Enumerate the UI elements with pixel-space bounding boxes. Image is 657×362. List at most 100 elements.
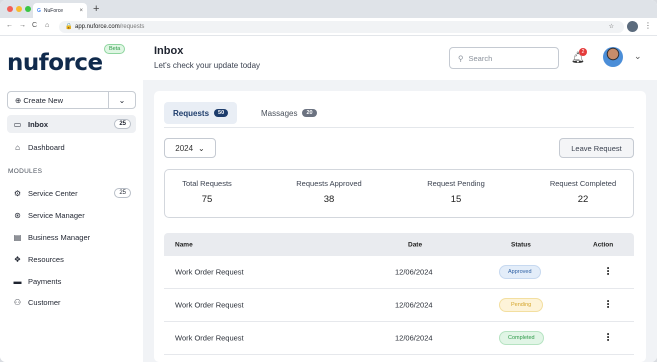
row-actions-icon[interactable]: ⋮ — [603, 300, 613, 311]
browser-tab[interactable]: G NuForce × — [33, 3, 87, 18]
beta-badge: Beta — [104, 44, 126, 54]
column-header-date: Date — [408, 241, 423, 248]
app-window: G NuForce × + ← → C ⌂ 🔒 app.nuforce.com/… — [0, 0, 657, 362]
search-icon: ⚲ — [458, 53, 464, 63]
table-row[interactable]: Work Order Request 12/06/2024 Approved ⋮ — [164, 256, 634, 289]
sidebar-item-inbox[interactable]: ▭ Inbox 25 — [7, 115, 136, 133]
column-header-status: Status — [511, 241, 531, 248]
sidebar-item-label: Service Manager — [28, 210, 85, 220]
sidebar-item-label: Payments — [28, 276, 62, 286]
request-name: Work Order Request — [175, 333, 244, 343]
address-bar-row: ← → C ⌂ 🔒 app.nuforce.com/requests ☆ ⋮ — [0, 18, 657, 36]
tab-label: Requests — [173, 108, 210, 118]
browser-menu-icon[interactable]: ⋮ — [644, 21, 652, 30]
close-tab-icon[interactable]: × — [79, 8, 83, 14]
sidebar-item-label: Resources — [28, 254, 64, 264]
sidebar-item-business-manager[interactable]: ▤ Business Manager — [7, 228, 136, 246]
forward-icon[interactable]: → — [19, 22, 26, 29]
create-new-button[interactable]: ⊕ Create New ⌄ — [7, 91, 136, 109]
dashboard-icon: ⌂ — [15, 142, 20, 152]
home-icon[interactable]: ⌂ — [45, 22, 49, 29]
sidebar-item-label: Service Center — [28, 188, 78, 198]
google-icon: G — [37, 7, 41, 14]
stat-value: 38 — [323, 194, 335, 205]
table-row[interactable]: Work Order Request 12/06/2024 Pending ⋮ — [164, 289, 634, 322]
requests-table: Name Date Status Action Work Order Reque… — [164, 233, 634, 355]
inbox-card: Requests 50 Massages 20 2024 ⌄ Leave Req… — [154, 91, 646, 362]
chevron-down-icon[interactable]: ⌄ — [634, 51, 642, 62]
stat-label: Total Requests — [182, 179, 232, 188]
sidebar-item-service-manager[interactable]: ⊛ Service Manager — [7, 206, 136, 224]
stat-total-requests: Total Requests 75 — [177, 179, 237, 205]
sidebar-item-resources[interactable]: ❖ Resources — [7, 250, 136, 268]
sidebar-item-customer[interactable]: ⚇ Customer — [7, 293, 136, 311]
tab-label: Massages — [261, 108, 298, 118]
page-header: Inbox Let's check your update today ⚲ Se… — [143, 36, 657, 80]
row-actions-icon[interactable]: ⋮ — [603, 333, 613, 344]
status-badge: Approved — [499, 265, 541, 279]
plus-circle-icon: ⊕ — [15, 95, 22, 105]
sidebar-item-dashboard[interactable]: ⌂ Dashboard — [7, 138, 136, 156]
search-input[interactable]: ⚲ Search — [449, 47, 559, 69]
sidebar-item-service-center[interactable]: ⚙ Service Center 25 — [7, 184, 136, 202]
table-header: Name Date Status Action — [164, 233, 634, 256]
minimize-window-button[interactable] — [16, 6, 22, 12]
stat-value: 75 — [201, 194, 213, 205]
tab-requests[interactable]: Requests 50 — [164, 102, 238, 124]
inbox-count-badge: 25 — [114, 119, 131, 129]
url-path: /requests — [119, 24, 145, 30]
sidebar-item-payments[interactable]: ▬ Payments — [7, 272, 136, 290]
url-host: app.nuforce.com — [75, 24, 120, 30]
browser-tab-bar: G NuForce × + — [0, 0, 657, 18]
column-header-action: Action — [593, 241, 614, 248]
browser-profile-avatar[interactable] — [627, 21, 638, 32]
page-subtitle: Let's check your update today — [154, 61, 261, 70]
sidebar: nuforce Beta ⊕ Create New ⌄ ▭ Inbox 25 ⌂… — [0, 36, 143, 362]
row-actions-icon[interactable]: ⋮ — [603, 267, 613, 278]
stat-requests-approved: Requests Approved 38 — [289, 179, 369, 205]
bookmark-star-icon[interactable]: ☆ — [609, 21, 614, 33]
stats-panel: Total Requests 75 Requests Approved 38 R… — [164, 169, 634, 218]
inbox-icon: ▭ — [13, 119, 22, 129]
nuforce-logo: nuforce — [7, 50, 103, 76]
notification-badge: 2 — [579, 48, 587, 56]
close-window-button[interactable] — [7, 6, 13, 12]
sidebar-item-label: Dashboard — [28, 142, 65, 152]
avatar[interactable] — [603, 47, 623, 67]
year-select[interactable]: 2024 ⌄ — [164, 138, 216, 158]
sidebar-item-label: Customer — [28, 297, 61, 307]
database-icon: ▤ — [13, 232, 22, 242]
chevron-down-icon: ⌄ — [198, 143, 205, 153]
maximize-window-button[interactable] — [25, 6, 31, 12]
stat-request-completed: Request Completed 22 — [543, 179, 623, 205]
request-name: Work Order Request — [175, 267, 244, 277]
leave-request-button[interactable]: Leave Request — [559, 138, 634, 158]
year-select-value: 2024 — [175, 143, 194, 153]
column-header-name: Name — [175, 241, 193, 248]
modules-section-title: MODULES — [8, 168, 43, 175]
support-icon: ⊛ — [14, 210, 21, 220]
gear-icon: ⚙ — [13, 188, 22, 198]
request-date: 12/06/2024 — [395, 333, 433, 343]
stat-value: 22 — [577, 194, 589, 205]
tab-strip: Requests 50 Massages 20 — [164, 102, 634, 128]
new-tab-button[interactable]: + — [93, 3, 99, 15]
create-new-label: Create New — [23, 95, 63, 105]
table-row[interactable]: Work Order Request 12/06/2024 Completed … — [164, 322, 634, 355]
request-date: 12/06/2024 — [395, 300, 433, 310]
resources-icon: ❖ — [13, 254, 22, 264]
chevron-down-icon[interactable]: ⌄ — [108, 92, 135, 108]
back-icon[interactable]: ← — [6, 22, 13, 29]
reload-icon[interactable]: C — [32, 22, 37, 29]
search-placeholder: Search — [468, 53, 493, 63]
url-field[interactable]: 🔒 app.nuforce.com/requests ☆ — [59, 21, 624, 33]
request-date: 12/06/2024 — [395, 267, 433, 277]
status-badge: Completed — [499, 331, 544, 345]
sidebar-item-label: Business Manager — [28, 232, 91, 242]
stat-label: Request Completed — [549, 179, 617, 188]
stat-label: Requests Approved — [296, 179, 362, 188]
tab-count-badge: 20 — [302, 109, 317, 117]
lock-icon: 🔒 — [65, 24, 73, 30]
stat-label: Request Pending — [427, 179, 485, 188]
tab-massages[interactable]: Massages 20 — [252, 102, 326, 124]
